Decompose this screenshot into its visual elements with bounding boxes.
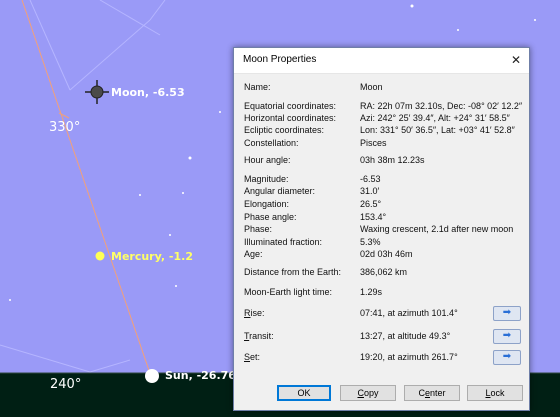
prop-value: 1.29s [360,287,383,297]
prop-value: -6.53 [360,174,381,184]
close-icon[interactable]: ✕ [503,48,529,73]
prop-row-light-time: Moon-Earth light time: 1.29s [244,287,524,299]
prop-row-ecliptic: Ecliptic coordinates: Lon: 331° 50′ 36.5… [244,125,524,137]
prop-row-hour-angle: Hour angle: 03h 38m 12.23s [244,155,524,167]
event-label: Set: [244,352,261,362]
arrow-right-icon: ➡ [502,307,512,318]
prop-label: Phase: [244,224,273,234]
prop-value: Lon: 331° 50′ 36.5″, Lat: +03° 41′ 52.8″ [360,125,515,135]
prop-value: 31.0′ [360,186,380,196]
moon-properties-dialog: Moon Properties ✕ Name: Moon Equatorial … [233,47,530,411]
copy-button[interactable]: Copy [340,385,396,401]
prop-row-name: Name: Moon [244,82,524,94]
transit-go-button[interactable]: ➡ [493,329,521,344]
prop-value: Pisces [360,138,387,148]
prop-label: Ecliptic coordinates: [244,125,325,135]
prop-value: 153.4° [360,212,387,222]
prop-row-angular-diameter: Angular diameter: 31.0′ [244,186,524,198]
prop-label: Angular diameter: [244,186,316,196]
prop-label: Horizontal coordinates: [244,113,337,123]
prop-label: Elongation: [244,199,290,209]
prop-value: 5.3% [360,237,381,247]
prop-row-constellation: Constellation: Pisces [244,138,524,150]
sun-label: Sun, -26.76 [165,369,236,382]
prop-value: Moon [360,82,383,92]
event-row-rise: Rise: 07:41, at azimuth 101.4° [244,308,524,320]
prop-value: 26.5° [360,199,382,209]
prop-value: RA: 22h 07m 32.10s, Dec: -08° 02′ 12.2″ [360,101,523,111]
mercury-label: Mercury, -1.2 [111,250,193,263]
event-value: 07:41, at azimuth 101.4° [360,308,458,318]
prop-label: Constellation: [244,138,299,148]
prop-label: Name: [244,82,271,92]
prop-row-phase: Phase: Waxing crescent, 2.1d after new m… [244,224,524,236]
event-row-set: Set: 19:20, at azimuth 261.7° [244,352,524,364]
azimuth-label-330: 330° [49,120,81,135]
prop-label: Magnitude: [244,174,289,184]
prop-row-illuminated: Illuminated fraction: 5.3% [244,237,524,249]
prop-value: 386,062 km [360,267,408,277]
event-value: 19:20, at azimuth 261.7° [360,352,458,362]
prop-row-phase-angle: Phase angle: 153.4° [244,212,524,224]
prop-value: Azi: 242° 25′ 39.4″, Alt: +24° 31′ 58.5″ [360,113,510,123]
event-row-transit: Transit: 13:27, at altitude 49.3° [244,331,524,343]
prop-value: 02d 03h 46m [360,249,413,259]
lock-button[interactable]: Lock [467,385,523,401]
center-button[interactable]: Center [404,385,460,401]
dialog-title: Moon Properties [243,54,317,65]
prop-label: Age: [244,249,263,259]
prop-row-magnitude: Magnitude: -6.53 [244,174,524,186]
event-value: 13:27, at altitude 49.3° [360,331,451,341]
prop-row-horizontal: Horizontal coordinates: Azi: 242° 25′ 39… [244,113,524,125]
dialog-titlebar[interactable]: Moon Properties ✕ [234,48,529,74]
ok-button[interactable]: OK [277,385,331,401]
event-label: Rise: [244,308,265,318]
prop-label: Moon-Earth light time: [244,287,333,297]
prop-row-equatorial: Equatorial coordinates: RA: 22h 07m 32.1… [244,101,524,113]
sun-marker[interactable] [145,369,159,383]
prop-row-age: Age: 02d 03h 46m [244,249,524,261]
set-go-button[interactable]: ➡ [493,350,521,365]
prop-row-elongation: Elongation: 26.5° [244,199,524,211]
rise-go-button[interactable]: ➡ [493,306,521,321]
prop-label: Hour angle: [244,155,291,165]
prop-label: Phase angle: [244,212,297,222]
prop-value: 03h 38m 12.23s [360,155,425,165]
event-label: Transit: [244,331,274,341]
prop-row-distance: Distance from the Earth: 386,062 km [244,267,524,279]
prop-value: Waxing crescent, 2.1d after new moon [360,224,514,234]
azimuth-label-240: 240° [50,377,82,392]
arrow-right-icon: ➡ [502,330,512,341]
prop-label: Equatorial coordinates: [244,101,337,111]
prop-label: Illuminated fraction: [244,237,323,247]
mercury-marker[interactable] [95,251,105,261]
prop-label: Distance from the Earth: [244,267,342,277]
arrow-right-icon: ➡ [502,351,512,362]
moon-label: Moon, -6.53 [111,86,185,99]
dialog-button-bar: OK Copy Center Lock [234,385,529,401]
